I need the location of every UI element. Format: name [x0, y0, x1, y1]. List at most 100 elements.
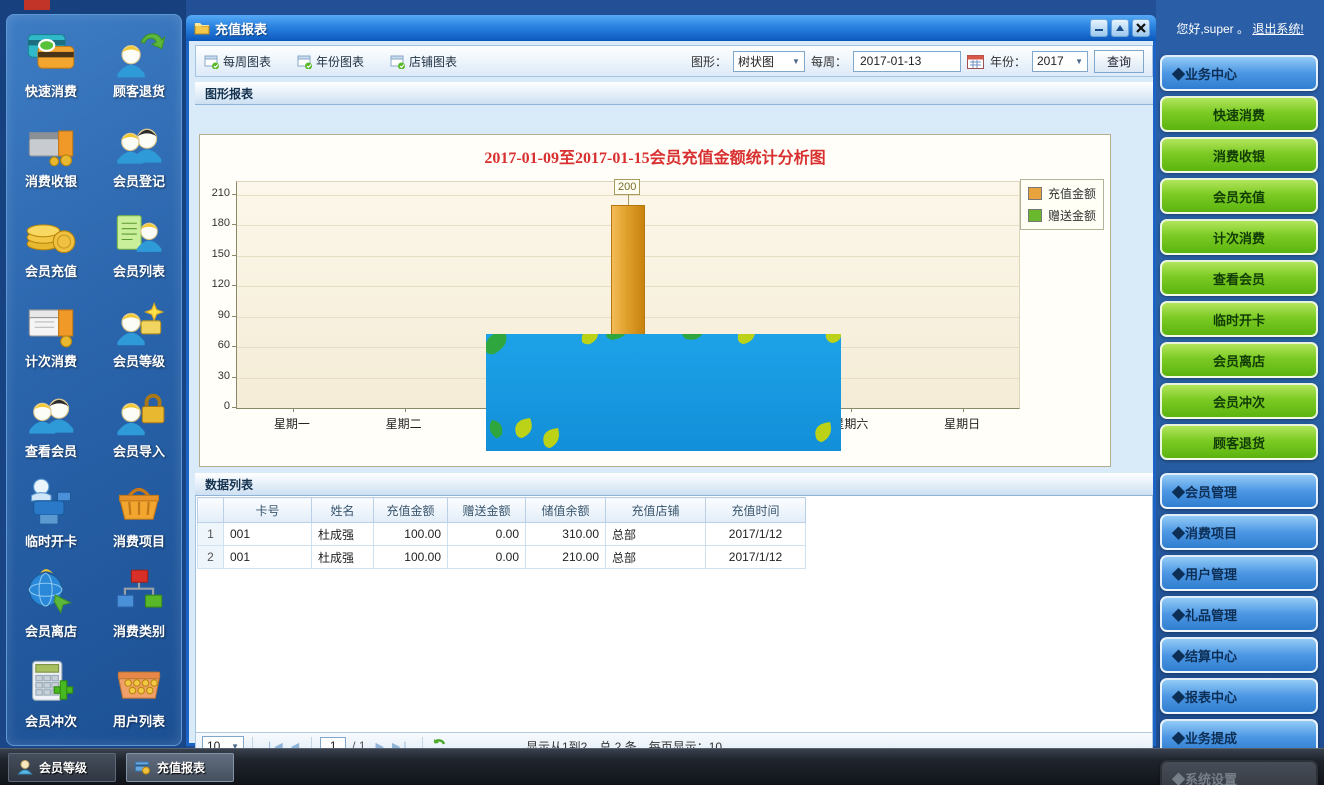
column-header[interactable]: 储值余额 — [526, 498, 606, 523]
menu-button-12[interactable]: ◆消费项目 — [1160, 514, 1318, 550]
menu-button-6[interactable]: 查看会员 — [1160, 260, 1318, 296]
year-label: 年份： — [990, 53, 1026, 70]
year-select[interactable]: 2017 ▼ — [1032, 51, 1088, 72]
temp-card-icon — [25, 477, 77, 529]
sidebar-item-4[interactable]: 会员登记 — [95, 113, 183, 203]
close-button[interactable] — [1132, 19, 1150, 37]
maximize-button[interactable] — [1111, 19, 1129, 37]
sidebar-item-label: 查看会员 — [25, 441, 77, 460]
toolbar-button-1[interactable]: 每周图表 — [204, 53, 271, 70]
window-title-bar: 充值报表 — [186, 15, 1156, 41]
sidebar-item-10[interactable]: 会员导入 — [95, 383, 183, 473]
x-axis-label: 星期二 — [364, 415, 444, 432]
left-sidebar-panel: 快速消费 顾客退货消费收银 会员登记会员充值会员列表计次消费会员等级查看会员会员导入… — [6, 14, 182, 746]
taskbar-tab-1[interactable]: 会员等级 — [8, 753, 116, 782]
window-controls — [1090, 19, 1150, 37]
sidebar-item-label: 用户列表 — [113, 711, 165, 730]
x-axis-label: 星期一 — [252, 415, 332, 432]
sidebar-item-label: 会员等级 — [113, 351, 165, 370]
legend-entry: 赠送金额 — [1028, 207, 1096, 224]
logout-link[interactable]: 退出系统! — [1252, 22, 1303, 36]
table-cell: 2017/1/12 — [706, 546, 806, 569]
sidebar-item-7[interactable]: 计次消费 — [7, 293, 95, 383]
user-greeting: 您好,super 。 退出系统! — [1156, 20, 1324, 37]
sidebar-item-8[interactable]: 会员等级 — [95, 293, 183, 383]
sidebar-item-16[interactable]: 用户列表 — [95, 653, 183, 743]
week-date-input[interactable]: 2017-01-13 — [853, 51, 961, 72]
week-label: 每周： — [811, 53, 847, 70]
sidebar-item-label: 快速消费 — [25, 81, 77, 100]
table-cell: 310.00 — [526, 523, 606, 546]
sidebar-item-15[interactable]: 会员冲次 — [7, 653, 95, 743]
report-tab-icon — [135, 759, 151, 775]
chart-section-header: 图形报表 — [195, 82, 1153, 105]
sidebar-item-5[interactable]: 会员充值 — [7, 203, 95, 293]
sidebar-item-11[interactable]: 临时开卡 — [7, 473, 95, 563]
data-section-header: 数据列表 — [195, 473, 1153, 496]
table-row[interactable]: 1001杜成强100.000.00310.00总部2017/1/12 — [198, 523, 806, 546]
sidebar-item-label: 消费收银 — [25, 171, 77, 190]
sidebar-item-1[interactable]: 快速消费 — [7, 23, 95, 113]
sidebar-item-14[interactable]: 消费类别 — [95, 563, 183, 653]
menu-button-9[interactable]: 会员冲次 — [1160, 383, 1318, 419]
menu-button-2[interactable]: 快速消费 — [1160, 96, 1318, 132]
sidebar-item-9[interactable]: 查看会员 — [7, 383, 95, 473]
menu-button-11[interactable]: ◆会员管理 — [1160, 473, 1318, 509]
chart-window-icon — [297, 54, 312, 69]
menu-button-4[interactable]: 会员充值 — [1160, 178, 1318, 214]
sidebar-item-6[interactable]: 会员列表 — [95, 203, 183, 293]
greeting-text: 您好,super 。 — [1176, 22, 1249, 36]
sidebar-item-label: 会员登记 — [113, 171, 165, 190]
column-header[interactable]: 充值店铺 — [606, 498, 706, 523]
column-header[interactable]: 充值金额 — [374, 498, 448, 523]
column-header[interactable]: 姓名 — [312, 498, 374, 523]
table-cell: 0.00 — [448, 546, 526, 569]
chart-type-select[interactable]: 树状图 ▼ — [733, 51, 805, 72]
column-header[interactable]: 卡号 — [224, 498, 312, 523]
sidebar-item-label: 临时开卡 — [25, 531, 77, 550]
minimize-button[interactable] — [1090, 19, 1108, 37]
menu-button-3[interactable]: 消费收银 — [1160, 137, 1318, 173]
table-cell: 001 — [224, 523, 312, 546]
sidebar-item-label: 会员离店 — [25, 621, 77, 640]
menu-button-7[interactable]: 临时开卡 — [1160, 301, 1318, 337]
menu-button-16[interactable]: ◆报表中心 — [1160, 678, 1318, 714]
sidebar-item-2[interactable]: 顾客退货 — [95, 23, 183, 113]
user-box-icon — [113, 657, 165, 709]
table-cell: 杜成强 — [312, 523, 374, 546]
column-header[interactable]: 充值时间 — [706, 498, 806, 523]
calendar-icon[interactable] — [967, 54, 984, 69]
sidebar-item-label: 顾客退货 — [113, 81, 165, 100]
chart-window-icon — [204, 54, 219, 69]
taskbar-tab-2[interactable]: 充值报表 — [126, 753, 234, 782]
menu-button-1[interactable]: ◆业务中心 — [1160, 55, 1318, 91]
member-lock-icon — [113, 387, 165, 439]
menu-button-13[interactable]: ◆用户管理 — [1160, 555, 1318, 591]
toolbar-button-2[interactable]: 年份图表 — [297, 53, 364, 70]
column-header[interactable] — [198, 498, 224, 523]
taskbar: 会员等级充值报表 — [0, 748, 1324, 785]
menu-button-10[interactable]: 顾客退货 — [1160, 424, 1318, 460]
member-list-icon — [113, 207, 165, 259]
query-button[interactable]: 查询 — [1094, 50, 1144, 73]
view-members-icon — [25, 387, 77, 439]
sidebar-item-3[interactable]: 消费收银 — [7, 113, 95, 203]
table-cell: 210.00 — [526, 546, 606, 569]
member-level-icon — [113, 297, 165, 349]
sidebar-item-label: 会员冲次 — [25, 711, 77, 730]
person-return-icon — [113, 27, 165, 79]
menu-button-15[interactable]: ◆结算中心 — [1160, 637, 1318, 673]
sidebar-item-13[interactable]: 会员离店 — [7, 563, 95, 653]
menu-button-5[interactable]: 计次消费 — [1160, 219, 1318, 255]
table-cell: 0.00 — [448, 523, 526, 546]
table-row[interactable]: 2001杜成强100.000.00210.00总部2017/1/12 — [198, 546, 806, 569]
menu-button-14[interactable]: ◆礼品管理 — [1160, 596, 1318, 632]
bank-cards-icon — [25, 27, 77, 79]
globe-arrow-icon — [25, 567, 77, 619]
menu-button-8[interactable]: 会员离店 — [1160, 342, 1318, 378]
column-header[interactable]: 赠送金额 — [448, 498, 526, 523]
sidebar-item-12[interactable]: 消费项目 — [95, 473, 183, 563]
toolbar-button-3[interactable]: 店铺图表 — [390, 53, 457, 70]
sidebar-item-label: 会员列表 — [113, 261, 165, 280]
right-sidebar: 您好,super 。 退出系统! ◆业务中心快速消费消费收银会员充值计次消费查看… — [1156, 0, 1324, 785]
